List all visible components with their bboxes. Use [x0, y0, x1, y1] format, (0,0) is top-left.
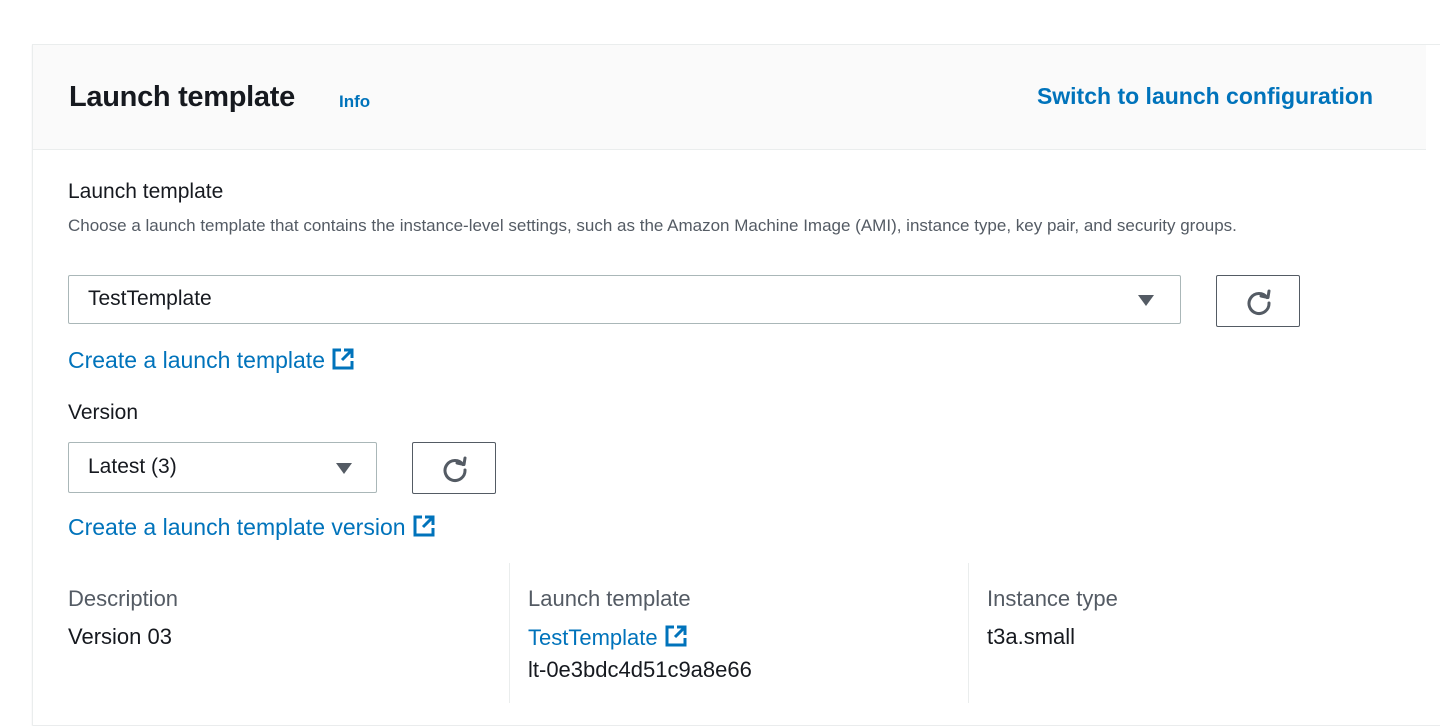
caret-down-icon: [336, 463, 352, 474]
version-select-value: Latest (3): [88, 455, 177, 478]
column-divider: [968, 563, 969, 703]
launch-template-field-label: Launch template: [68, 180, 224, 203]
external-link-icon: [332, 348, 354, 370]
launch-template-field-description: Choose a launch template that contains t…: [68, 216, 1237, 235]
external-link-icon: [413, 515, 435, 537]
refresh-icon: [443, 456, 467, 482]
panel-header: Launch template Info Switch to launch co…: [33, 45, 1426, 150]
launch-template-refresh-button[interactable]: [1216, 275, 1300, 327]
summary-launch-template-id: lt-0e3bdc4d51c9a8e66: [528, 657, 752, 682]
switch-to-launch-configuration-link[interactable]: Switch to launch configuration: [1037, 83, 1373, 110]
summary-launch-template-label: Launch template: [528, 586, 691, 611]
create-launch-template-link-label: Create a launch template: [68, 347, 325, 373]
external-link-icon: [665, 625, 687, 647]
top-strip: [0, 0, 1440, 19]
summary-description: Description Version 03: [68, 586, 178, 726]
summary-launch-template: Launch template TestTemplate lt-0e3bdc4d…: [528, 586, 752, 726]
launch-template-select[interactable]: TestTemplate: [68, 275, 1181, 324]
create-launch-template-version-link[interactable]: Create a launch template version: [68, 514, 436, 541]
caret-down-icon: [1138, 295, 1154, 306]
version-refresh-button[interactable]: [412, 442, 496, 494]
panel-title: Launch template: [69, 81, 295, 113]
launch-template-select-value: TestTemplate: [88, 287, 212, 310]
summary-launch-template-link[interactable]: TestTemplate: [528, 624, 752, 651]
summary-instance-type: Instance type t3a.small: [987, 586, 1118, 726]
summary-instance-type-label: Instance type: [987, 586, 1118, 611]
version-field-label: Version: [68, 401, 139, 424]
create-launch-template-link[interactable]: Create a launch template: [68, 347, 355, 374]
summary-description-label: Description: [68, 586, 179, 611]
version-select[interactable]: Latest (3): [68, 442, 377, 493]
summary-instance-type-value: t3a.small: [987, 624, 1076, 649]
column-divider: [509, 563, 510, 703]
info-link[interactable]: Info: [339, 92, 370, 112]
summary-launch-template-link-label: TestTemplate: [528, 625, 658, 650]
summary-description-value: Version 03: [68, 624, 172, 649]
create-launch-template-version-link-label: Create a launch template version: [68, 514, 406, 540]
refresh-icon: [1247, 289, 1271, 315]
